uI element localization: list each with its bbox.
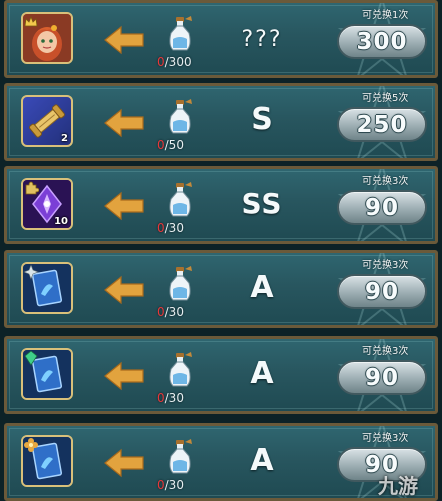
exchange-row[interactable]: 0/300 ??? 可兑换1次 300 [4,0,438,78]
cost-value: 300 [356,28,408,55]
progress-current: 0 [157,138,165,152]
progress-total: /300 [164,55,192,69]
item-quantity: 10 [54,216,68,227]
exchange-limit-label: 可兑换3次 [362,433,409,444]
grade-label: A [250,443,274,478]
item-slot[interactable] [21,12,73,64]
progress-total: /50 [164,138,184,152]
progress-text: 0/30 [157,221,184,235]
exchange-cost-button[interactable]: 90 [337,274,427,309]
item-slot[interactable] [21,348,73,400]
item-slot[interactable]: 2 [21,95,73,147]
potion-bottle-icon [169,182,192,217]
grade-label: A [250,270,274,305]
cost-value: 250 [356,111,408,138]
progress-text: 0/30 [157,305,184,319]
progress-text: 0/300 [157,55,192,69]
exchange-cost-button[interactable]: 250 [337,107,427,142]
exchange-cost-button[interactable]: 300 [337,24,427,59]
grade-label: ??? [241,27,283,52]
cost-value: 90 [364,278,399,305]
arrow-left-icon [104,275,144,305]
arrow-left-icon [104,108,144,138]
grade-label: A [250,356,274,391]
potion-bottle-icon [169,439,192,474]
grade-label: S [251,102,273,137]
item-slot[interactable] [21,262,73,314]
exchange-limit-label: 可兑换3次 [362,346,409,357]
progress-current: 0 [157,221,165,235]
progress-text: 0/30 [157,391,184,405]
arrow-left-icon [104,448,144,478]
exchange-limit-label: 可兑换3次 [362,260,409,271]
exchange-row[interactable]: 0/30 A 可兑换3次 90 [4,250,438,328]
flower-badge-icon [24,438,38,452]
progress-current: 0 [157,305,165,319]
crown-badge-icon [24,15,38,27]
potion-bottle-icon [169,352,192,387]
progress-total: /30 [164,305,184,319]
cost-value: 90 [364,194,399,221]
progress-text: 0/50 [157,138,184,152]
progress-current: 0 [157,55,165,69]
watermark-logo: 九游 [378,474,418,498]
item-slot[interactable] [21,435,73,487]
item-slot[interactable]: 10 [21,178,73,230]
puzzle-badge-icon [25,181,39,195]
potion-bottle-icon [169,266,192,301]
arrow-left-icon [104,191,144,221]
exchange-cost-button[interactable]: 90 [337,190,427,225]
arrow-left-icon [104,361,144,391]
exchange-limit-label: 可兑换1次 [362,10,409,21]
exchange-row[interactable]: 10 0/30 SS 可兑换3次 90 [4,166,438,244]
spark-badge-icon [23,264,39,280]
grade-label: SS [241,187,283,220]
exchange-row[interactable]: 0/30 A 可兑换3次 90 [4,423,438,501]
progress-total: /30 [164,391,184,405]
progress-total: /30 [164,478,184,492]
progress-total: /30 [164,221,184,235]
exchange-limit-label: 可兑换5次 [362,93,409,104]
arrow-left-icon [104,25,144,55]
exchange-cost-button[interactable]: 90 [337,360,427,395]
item-quantity: 2 [61,133,68,144]
cost-value: 90 [364,364,399,391]
potion-bottle-icon [169,99,192,134]
potion-bottle-icon [169,16,192,51]
progress-current: 0 [157,391,165,405]
exchange-row[interactable]: 2 0/50 S 可兑换5次 250 [4,83,438,161]
progress-text: 0/30 [157,478,184,492]
progress-current: 0 [157,478,165,492]
exchange-row[interactable]: 0/30 A 可兑换3次 90 [4,336,438,414]
exchange-limit-label: 可兑换3次 [362,176,409,187]
gem-badge-icon [24,350,38,366]
